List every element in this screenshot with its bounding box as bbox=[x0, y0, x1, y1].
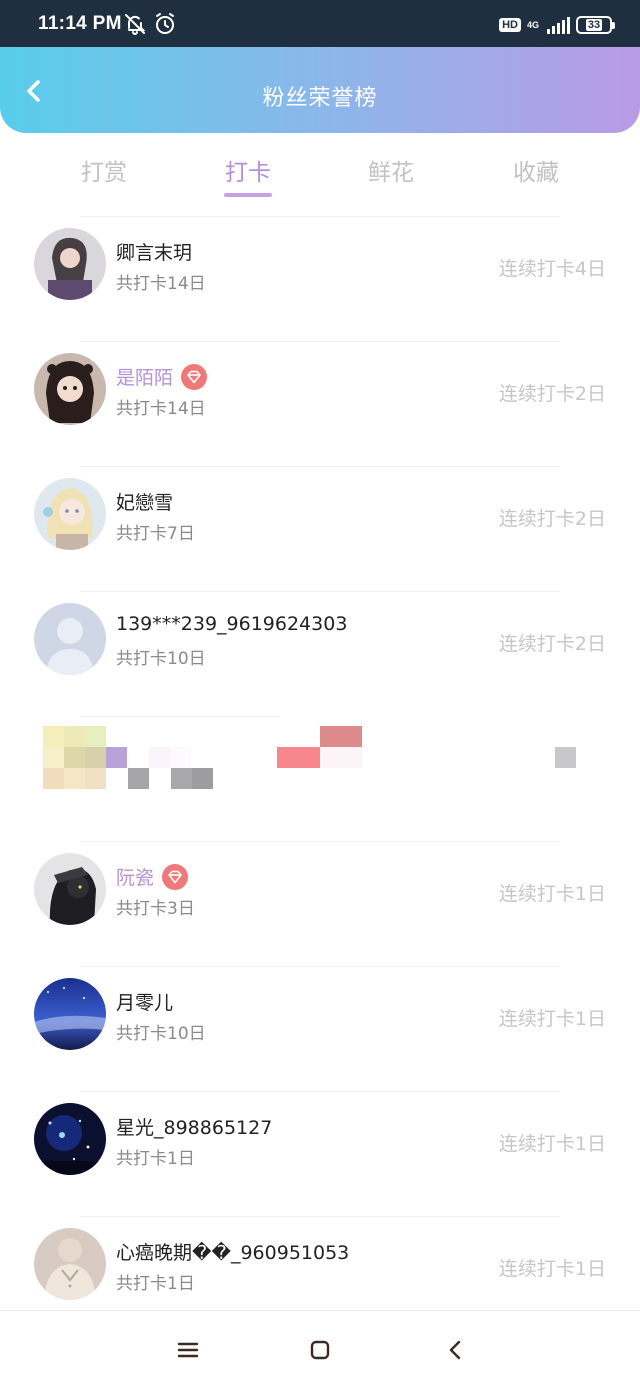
avatar[interactable] bbox=[34, 478, 106, 550]
total-checkins: 共打卡10日 bbox=[116, 1024, 206, 1044]
divider bbox=[80, 466, 560, 467]
avatar[interactable] bbox=[34, 228, 106, 300]
total-checkins: 共打卡7日 bbox=[116, 524, 195, 544]
list-item[interactable]: 是陌陌 共打卡14日 连续打卡2日 bbox=[0, 341, 640, 466]
bell-off-icon bbox=[123, 12, 147, 36]
home-icon[interactable] bbox=[305, 1337, 335, 1363]
back-icon[interactable] bbox=[440, 1337, 470, 1363]
diamond-icon bbox=[181, 363, 208, 390]
streak-days: 连续打卡2日 bbox=[498, 383, 606, 405]
total-checkins: 共打卡1日 bbox=[116, 1274, 195, 1294]
default-avatar[interactable] bbox=[34, 603, 106, 675]
streak-days: 连续打卡2日 bbox=[498, 508, 606, 530]
pixelated-list-item[interactable] bbox=[0, 716, 640, 841]
avatar[interactable] bbox=[34, 978, 106, 1050]
alarm-icon bbox=[153, 12, 177, 36]
tab-favorites[interactable]: 收藏 bbox=[486, 153, 586, 187]
signal-icon bbox=[547, 16, 570, 34]
total-checkins: 共打卡10日 bbox=[116, 649, 206, 669]
list-item[interactable]: 阮瓷 共打卡3日 连续打卡1日 bbox=[0, 841, 640, 966]
battery-icon: 33 bbox=[576, 16, 615, 34]
user-name: 心癌晚期��_960951053 bbox=[116, 1242, 350, 1264]
streak-days: 连续打卡2日 bbox=[498, 633, 606, 655]
list-item[interactable]: 卿言末玥 共打卡14日 连续打卡4日 bbox=[0, 216, 640, 341]
diamond-icon bbox=[162, 863, 189, 890]
divider bbox=[80, 1091, 560, 1092]
divider bbox=[80, 341, 560, 342]
streak-days: 连续打卡4日 bbox=[498, 258, 606, 280]
system-nav-bar bbox=[0, 1310, 640, 1387]
page-title: 粉丝荣誉榜 bbox=[262, 86, 378, 111]
user-name: 卿言末玥 bbox=[116, 242, 193, 264]
total-checkins: 共打卡14日 bbox=[116, 399, 206, 419]
menu-icon[interactable] bbox=[173, 1337, 203, 1363]
total-checkins: 共打卡3日 bbox=[116, 899, 195, 919]
user-name: 星光_898865127 bbox=[116, 1117, 273, 1139]
header-bar: 粉丝荣誉榜 bbox=[0, 47, 640, 133]
avatar[interactable] bbox=[34, 1103, 106, 1175]
tab-bar: 打赏 打卡 鲜花 收藏 bbox=[0, 133, 640, 213]
hd-badge: HD bbox=[499, 18, 521, 32]
list-item[interactable]: 139***239_9619624303 共打卡10日 连续打卡2日 bbox=[0, 591, 640, 716]
avatar[interactable] bbox=[34, 853, 106, 925]
divider bbox=[80, 1216, 560, 1217]
divider bbox=[80, 966, 560, 967]
divider bbox=[80, 841, 560, 842]
battery-level: 33 bbox=[585, 19, 603, 31]
list-item[interactable]: 月零儿 共打卡10日 连续打卡1日 bbox=[0, 966, 640, 1091]
status-bar: 11:14 PM HD 4G 33 bbox=[0, 0, 640, 47]
streak-days: 连续打卡1日 bbox=[498, 1008, 606, 1030]
pixelated-content bbox=[0, 716, 640, 841]
divider bbox=[80, 591, 560, 592]
user-name: 阮瓷 bbox=[116, 867, 155, 889]
avatar[interactable] bbox=[34, 1228, 106, 1300]
user-name: 妃戀雪 bbox=[116, 492, 174, 514]
user-name: 139***239_9619624303 bbox=[116, 613, 348, 635]
status-time: 11:14 PM bbox=[38, 13, 122, 34]
list-item[interactable]: 妃戀雪 共打卡7日 连续打卡2日 bbox=[0, 466, 640, 591]
tab-flowers[interactable]: 鲜花 bbox=[341, 153, 441, 187]
user-name: 月零儿 bbox=[116, 992, 174, 1014]
list-item[interactable]: 星光_898865127 共打卡1日 连续打卡1日 bbox=[0, 1091, 640, 1216]
divider bbox=[80, 216, 560, 217]
streak-days: 连续打卡1日 bbox=[498, 1258, 606, 1280]
network-label: 4G bbox=[527, 19, 540, 30]
avatar[interactable] bbox=[34, 353, 106, 425]
tab-reward[interactable]: 打赏 bbox=[54, 153, 154, 187]
streak-days: 连续打卡1日 bbox=[498, 1133, 606, 1155]
user-name: 是陌陌 bbox=[116, 367, 174, 389]
total-checkins: 共打卡1日 bbox=[116, 1149, 195, 1169]
tab-checkin[interactable]: 打卡 bbox=[198, 153, 298, 187]
total-checkins: 共打卡14日 bbox=[116, 274, 206, 294]
active-tab-indicator bbox=[224, 193, 272, 197]
streak-days: 连续打卡1日 bbox=[498, 883, 606, 905]
